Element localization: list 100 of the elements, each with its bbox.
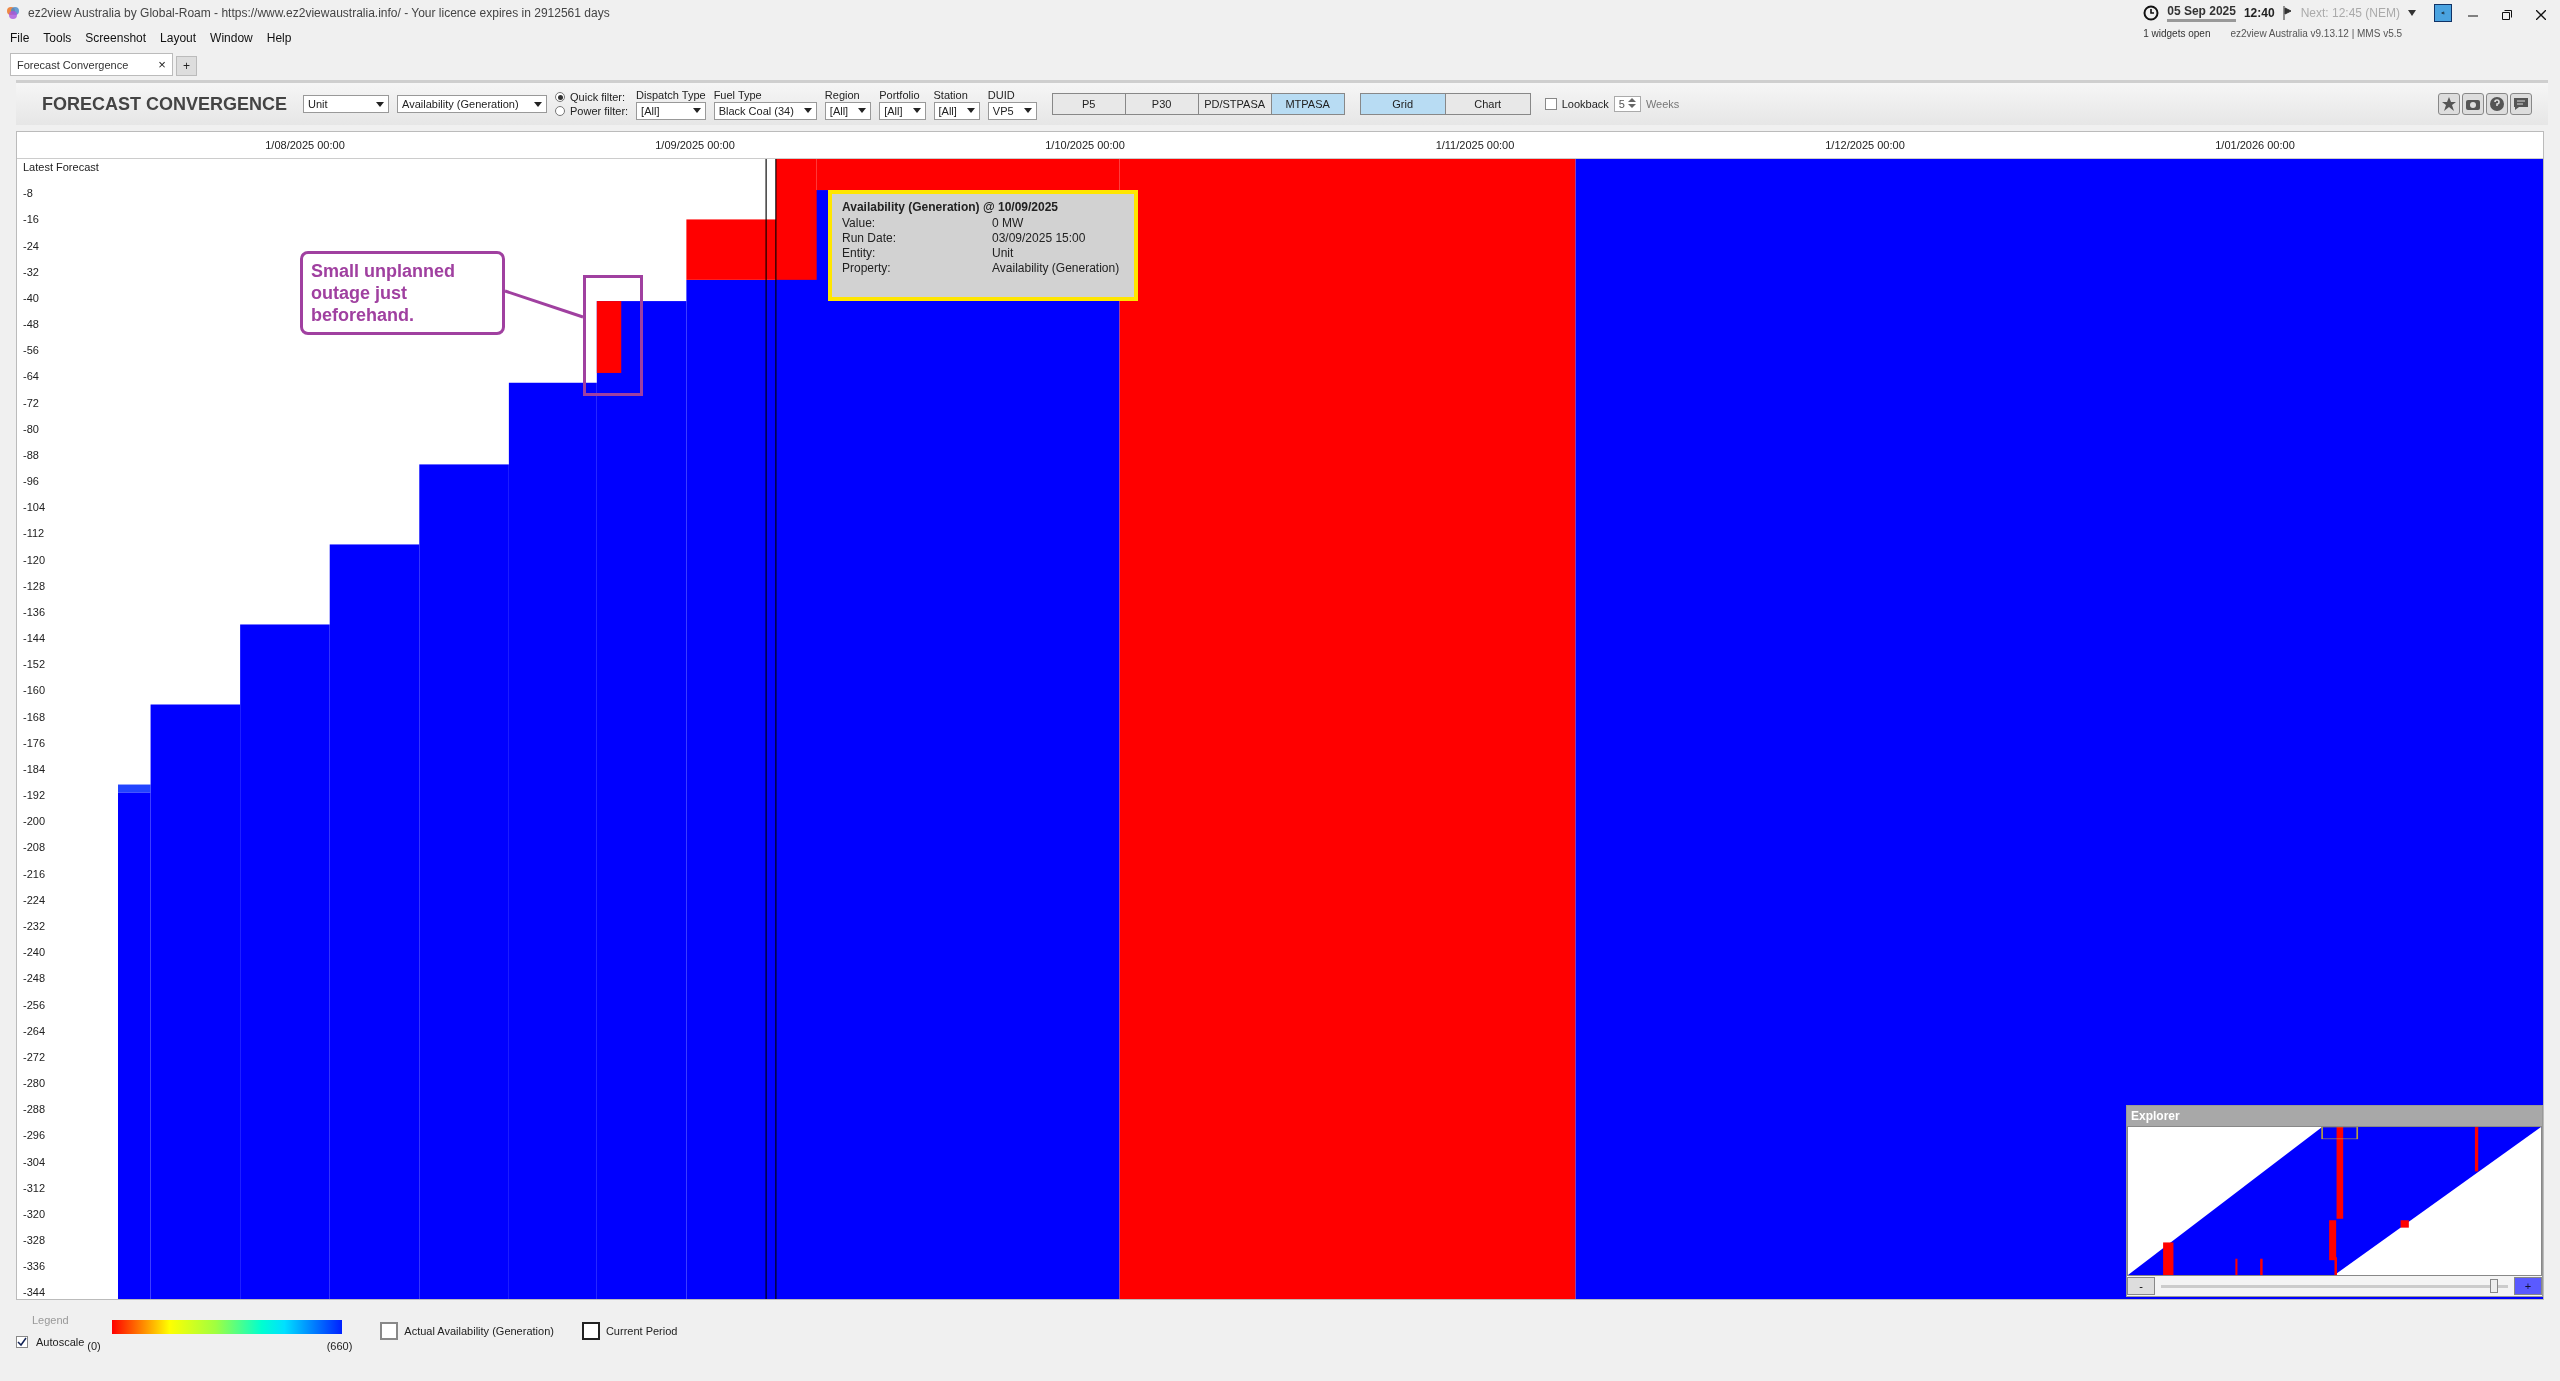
axis-label: -120 — [23, 553, 47, 566]
property-dropdown[interactable]: Availability (Generation) — [397, 95, 548, 113]
period-button[interactable]: P30 — [1124, 93, 1199, 115]
period-button[interactable]: MTPASA — [1270, 93, 1345, 115]
filter-label: Station — [933, 88, 969, 101]
date-axis-label: 1/01/2026 00:00 — [2215, 139, 2295, 151]
zoom-in-button[interactable]: + — [2514, 1277, 2542, 1295]
axis-label: -280 — [23, 1077, 47, 1089]
caret-icon[interactable] — [803, 108, 812, 113]
axis-label: -216 — [23, 867, 47, 880]
legend-swatch — [380, 1322, 399, 1340]
axis-label: -176 — [23, 736, 47, 749]
period-button[interactable]: PD/STPASA — [1197, 93, 1272, 115]
checkbox[interactable] — [16, 1336, 28, 1348]
tab[interactable]: Forecast Convergence × — [10, 53, 173, 76]
axis-label: -344 — [23, 1286, 47, 1299]
filter-dropdown[interactable]: [All] — [824, 101, 872, 120]
filter-label: Fuel Type — [713, 88, 763, 101]
legend-label: Current Period — [605, 1325, 678, 1337]
caret-icon[interactable] — [376, 101, 385, 107]
axis-label: -80 — [23, 422, 40, 435]
caret-icon[interactable] — [1023, 108, 1032, 113]
axis-label: -64 — [23, 370, 40, 383]
checkbox[interactable] — [1544, 98, 1557, 110]
axis-label: -264 — [23, 1024, 47, 1037]
camera-icon[interactable] — [2462, 93, 2484, 115]
radio-button[interactable] — [555, 106, 566, 116]
view-button[interactable]: Chart — [1444, 93, 1531, 115]
filter-dropdown[interactable]: [All] — [933, 101, 980, 120]
zoom-out-button[interactable]: - — [2127, 1277, 2155, 1295]
play-marker-icon[interactable] — [2282, 6, 2293, 20]
comment-icon[interactable] — [2510, 93, 2532, 115]
lookback-spinner[interactable]: 5 — [1613, 96, 1641, 112]
new-tab-button[interactable]: + — [175, 56, 197, 76]
caret-icon[interactable] — [858, 108, 867, 113]
menu-item[interactable]: File — [10, 31, 30, 45]
axis-label: -56 — [23, 344, 40, 357]
checkbox-label: Lookback — [1561, 98, 1609, 110]
axis-label: -8 — [23, 187, 34, 200]
axis-label: -88 — [23, 448, 40, 461]
window-title: ez2view Australia by Global-Roam - https://www.ez2viewaustralia.info/ - Your licence expires in 2912561 days — [28, 6, 610, 20]
caret-icon[interactable] — [692, 108, 701, 113]
filter-label: Portfolio — [879, 88, 921, 101]
explorer-title: Explorer — [2127, 1106, 2542, 1126]
legend-label: Actual Availability (Generation) — [404, 1325, 554, 1337]
date-axis-label: 1/11/2025 00:00 — [1435, 139, 1515, 151]
axis-label: -288 — [23, 1103, 47, 1116]
mute-button[interactable] — [2434, 4, 2452, 22]
slider-thumb[interactable] — [2489, 1279, 2498, 1293]
spinner-arrows-icon[interactable] — [1627, 98, 1636, 108]
menu-item[interactable]: Layout — [160, 31, 197, 45]
entity-dropdown[interactable]: Unit — [303, 95, 390, 113]
axis-label: -152 — [23, 658, 47, 671]
caret-icon[interactable] — [912, 108, 921, 113]
tooltip-value: 03/09/2025 15:00 — [992, 231, 1087, 246]
menu-item[interactable]: Window — [210, 31, 253, 45]
radio-label: Quick filter: — [570, 91, 626, 103]
axis-label: -232 — [23, 920, 47, 932]
menu-item[interactable]: Screenshot — [85, 31, 147, 45]
current-time: 12:40 — [2243, 6, 2275, 20]
axis-label: -192 — [23, 789, 47, 802]
axis-label: -168 — [23, 710, 47, 723]
axis-label: -16 — [23, 213, 40, 226]
menu-item[interactable]: Tools — [43, 31, 72, 45]
menu-item[interactable]: Help — [266, 31, 292, 45]
current-date: 05 Sep 2025 — [2167, 4, 2236, 22]
caret-icon[interactable] — [966, 108, 975, 113]
date-axis-label: 1/09/2025 00:00 — [655, 139, 735, 151]
axis-label: -136 — [23, 605, 47, 618]
period-button[interactable]: P5 — [1051, 93, 1126, 115]
filter-dropdown[interactable]: [All] — [636, 101, 706, 120]
tooltip-value: Unit — [992, 246, 1015, 261]
date-axis-label: 1/08/2025 00:00 — [265, 139, 345, 151]
app-logo-icon — [6, 6, 20, 20]
caret-icon[interactable] — [2408, 10, 2416, 16]
help-icon[interactable] — [2486, 93, 2508, 115]
caret-icon[interactable] — [534, 101, 543, 107]
scale-max: (660) — [326, 1340, 353, 1352]
axis-label: -304 — [23, 1155, 47, 1168]
axis-label: -112 — [23, 527, 46, 540]
axis-label: -48 — [23, 318, 40, 331]
filter-dropdown[interactable]: Black Coal (34) — [713, 101, 817, 120]
tooltip-label: Value: — [842, 216, 877, 231]
filter-dropdown[interactable]: [All] — [879, 101, 926, 120]
version-label: ez2view Australia v9.13.12 | MMS v5.5 — [2230, 28, 2403, 39]
axis-label: -296 — [23, 1129, 47, 1142]
filter-dropdown[interactable]: VP5 — [987, 101, 1037, 120]
axis-label: -160 — [23, 684, 47, 697]
axis-label: -248 — [23, 972, 47, 985]
tooltip-label: Entity: — [842, 246, 877, 261]
radio-label: Power filter: — [570, 105, 629, 117]
filter-label: DUID — [987, 88, 1016, 101]
radio-button[interactable] — [555, 92, 566, 102]
checkbox-label: Autoscale — [36, 1336, 85, 1348]
filter-label: Dispatch Type — [636, 88, 706, 101]
view-button[interactable]: Grid — [1359, 93, 1446, 115]
axis-label: -328 — [23, 1234, 47, 1247]
axis-label: -128 — [23, 579, 47, 592]
annotation-text: Small unplanned outage just beforehand. — [300, 251, 505, 335]
axis-label: -40 — [23, 291, 40, 304]
